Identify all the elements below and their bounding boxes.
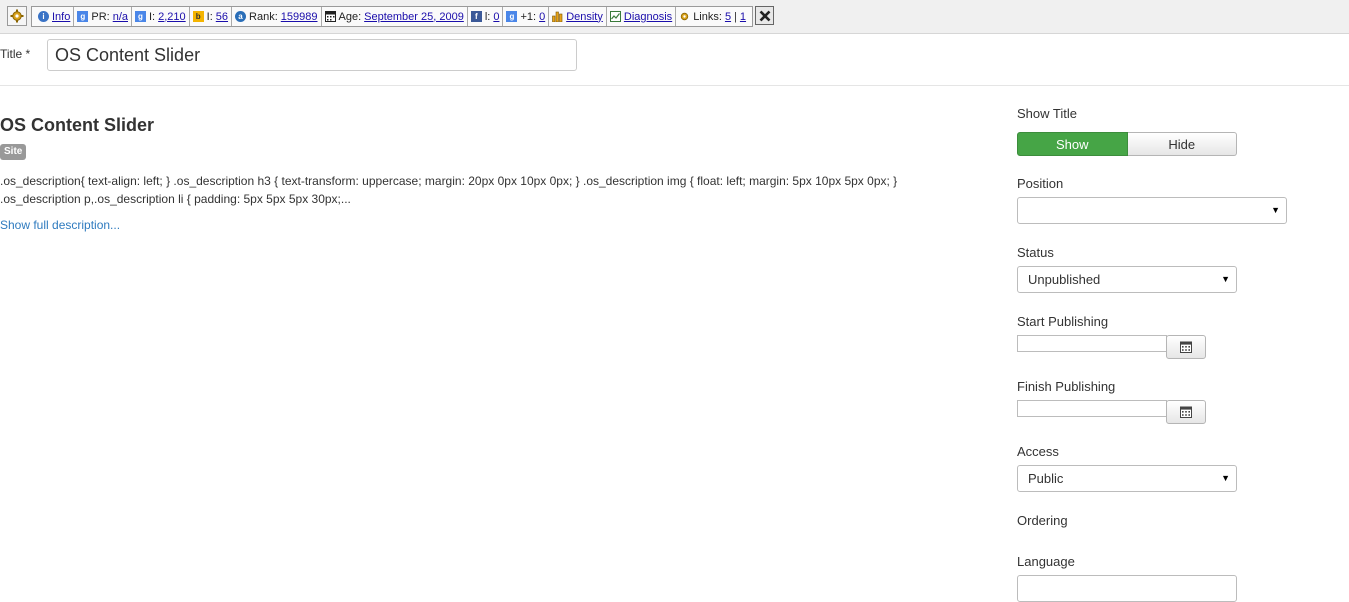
seo-facebook: f l: 0 [466,7,503,26]
seo-info: i Info [35,7,73,26]
close-icon [759,10,770,21]
seo-pr-link[interactable]: n/a [113,11,128,23]
show-button[interactable]: Show [1017,132,1128,156]
status-select[interactable]: Unpublished ▼ [1017,266,1237,293]
seo-close-button[interactable] [755,6,774,25]
access-value: Public [1028,471,1064,486]
seo-links: Links: 5 | 1 [675,7,749,26]
module-description: .os_description{ text-align: left; } .os… [0,172,990,208]
language-select[interactable] [1017,575,1237,602]
position-select[interactable]: ▼ [1017,197,1287,224]
chevron-down-icon: ▼ [1221,274,1230,284]
seo-rank: a Rank: 159989 [231,7,320,26]
access-select[interactable]: Public ▼ [1017,465,1237,492]
calendar-icon [324,11,336,22]
seo-bing-index: b I: 56 [188,7,231,26]
gear-icon [10,9,24,23]
seo-rank-link[interactable]: 159989 [281,11,318,23]
header-divider [0,85,1349,86]
density-icon [552,11,563,22]
seo-links-link-1[interactable]: 5 [725,11,731,23]
seo-links-label: Links: [693,10,722,23]
show-title-label: Show Title [1017,106,1077,121]
seo-rank-label: Rank: [249,10,278,23]
seo-info-link[interactable]: Info [52,11,70,23]
facebook-icon: f [470,11,482,22]
seo-bing-index-label: I: [206,10,213,23]
finish-publishing-calendar-button[interactable] [1166,400,1206,424]
start-publishing-input[interactable] [1017,335,1167,352]
seo-density: Density [548,7,606,26]
seo-gplus: g +1: 0 [502,7,548,26]
bing-icon: b [192,11,204,22]
seo-bing-index-link[interactable]: 56 [216,11,228,23]
seo-fb-label: l: [484,10,491,23]
calendar-icon [1180,406,1192,418]
seo-strip: i Info g PR: n/a g I: 2,210 b I: 56 a Ra… [31,6,754,27]
position-label: Position [1017,176,1064,191]
title-label: Title * [0,47,31,61]
seo-age-label: Age: [338,10,362,23]
hide-button[interactable]: Hide [1127,132,1237,156]
show-title-toggle: Show Hide [1017,132,1237,156]
google-plus-icon: g [506,11,518,22]
show-full-description-link[interactable]: Show full description... [0,218,120,232]
info-icon: i [38,11,49,22]
finish-publishing-label: Finish Publishing [1017,379,1116,394]
seo-diagnosis: Diagnosis [605,7,675,26]
title-input[interactable] [47,39,577,71]
pagerank-icon: g [77,11,89,22]
seo-google-index-label: I: [149,10,156,23]
seo-pr-label: PR: [91,10,110,23]
seo-google-index: g I: 2,210 [131,7,189,26]
chevron-down-icon: ▼ [1221,473,1230,483]
language-label: Language [1017,554,1075,569]
chevron-down-icon: ▼ [1271,205,1280,215]
status-label: Status [1017,245,1054,260]
seo-toolbar: i Info g PR: n/a g I: 2,210 b I: 56 a Ra… [0,0,1349,34]
start-publishing-label: Start Publishing [1017,314,1109,329]
seo-pagerank: g PR: n/a [73,7,131,26]
finish-publishing-input[interactable] [1017,400,1167,417]
start-publishing-calendar-button[interactable] [1166,335,1206,359]
seo-gplus-label: +1: [520,10,537,23]
module-description-line-2: .os_description p,.os_description li { p… [0,192,351,206]
site-badge: Site [0,144,27,160]
seo-links-separator: | [734,10,737,23]
status-value: Unpublished [1028,272,1101,287]
access-label: Access [1017,444,1059,459]
seo-age-link[interactable]: September 25, 2009 [364,11,464,23]
seo-diagnosis-link[interactable]: Diagnosis [624,11,672,23]
diagnosis-icon [609,11,621,22]
module-description-line-1: .os_description{ text-align: left; } .os… [0,174,898,188]
seo-fb-link[interactable]: 0 [493,11,499,23]
module-title: OS Content Slider [0,115,155,135]
seo-gplus-link[interactable]: 0 [539,11,545,23]
alexa-icon: a [235,11,247,22]
seo-density-link[interactable]: Density [566,11,603,23]
seo-gear-button[interactable] [7,6,27,26]
ordering-label: Ordering [1017,513,1068,528]
seo-google-index-link[interactable]: 2,210 [158,11,186,23]
seo-links-link-2[interactable]: 1 [740,11,746,23]
seo-age: Age: September 25, 2009 [320,7,467,26]
google-icon: g [135,11,146,22]
links-gear-icon [680,12,689,21]
calendar-icon [1180,341,1192,353]
